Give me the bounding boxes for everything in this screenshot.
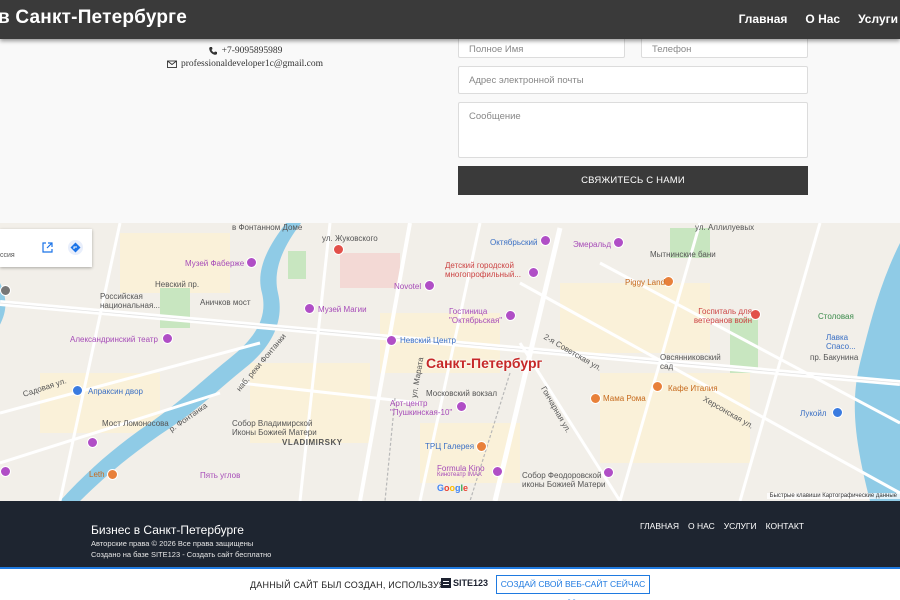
phone-icon <box>208 47 217 55</box>
map-label: Мытнинские бани <box>650 250 716 259</box>
map-label: Собор Феодоровской иконы Божией Матери <box>522 471 606 489</box>
theater-pin-icon[interactable] <box>540 235 551 246</box>
market-pin-icon[interactable] <box>72 385 83 396</box>
map-label: Музей Магии <box>318 305 367 314</box>
map-label: Детский городской многопрофильный... <box>445 261 521 279</box>
map-card-text: ссия <box>0 252 15 259</box>
map-label: Мама Рома <box>603 394 646 403</box>
footer-built-with[interactable]: Создано на базе SITE123 - Создать сайт б… <box>91 550 271 559</box>
map-label: Российская национальная... <box>100 292 160 310</box>
map-label: пр. Бакунина <box>810 353 859 362</box>
gas-station-pin-icon[interactable] <box>832 407 843 418</box>
map-label: Пять углов <box>200 471 241 480</box>
art-center-pin-icon[interactable] <box>456 401 467 412</box>
open-in-maps-icon[interactable] <box>42 242 53 253</box>
map-label: ТРЦ Галерея <box>425 442 475 451</box>
footer-nav-contact[interactable]: КОНТАКТ <box>766 521 804 531</box>
footer-nav: ГЛАВНАЯ О НАС УСЛУГИ КОНТАКТ <box>640 521 804 531</box>
place-pin-icon[interactable] <box>0 285 11 296</box>
contact-section: +7-9095895989 professionaldeveloper1c@gm… <box>0 35 900 223</box>
map-label: Овсянниковский сад <box>660 353 721 371</box>
map-label: Лукойл <box>800 409 827 418</box>
site123-logo-icon <box>441 578 451 588</box>
envelope-icon <box>167 60 177 68</box>
footer-nav-services[interactable]: УСЛУГИ <box>724 521 757 531</box>
map-label: Музей Фаберже <box>185 259 245 268</box>
map-label: Novotel <box>394 282 422 291</box>
map-label: Лавка Спасо... <box>826 333 856 351</box>
site123-logo[interactable]: SITE123 <box>441 578 488 588</box>
footer-copyright: Авторские права © 2026 Все права защищен… <box>91 539 254 548</box>
site-header: в Санкт-Петербурге Главная О Нас Услуги <box>0 0 900 39</box>
magic-museum-pin-icon[interactable] <box>304 303 315 314</box>
theater-pin-icon-2[interactable] <box>162 333 173 344</box>
map-city-label: Санкт-Петербург <box>426 355 543 371</box>
cinema-pin-icon[interactable] <box>492 466 503 477</box>
map-label: Мост Ломоносова <box>102 419 169 428</box>
contact-submit-button[interactable]: СВЯЖИТЕСЬ С НАМИ <box>458 166 808 195</box>
site123-logo-text: SITE123 <box>453 578 489 588</box>
hotel-pin-icon[interactable] <box>424 280 435 291</box>
map-label: Гостиница "Октябрьская" <box>449 307 503 325</box>
mama-roma-pin-icon[interactable] <box>590 393 601 404</box>
email-address[interactable]: professionaldeveloper1c@gmail.com <box>181 59 323 69</box>
bridge-pin-icon[interactable] <box>87 437 98 448</box>
map-label: Московский вокзал <box>426 389 498 398</box>
map-label: Эмеральд <box>573 240 612 249</box>
contact-info: +7-9095895989 professionaldeveloper1c@gm… <box>160 45 330 71</box>
site-footer: Бизнес в Санкт-Петербурге Авторские прав… <box>0 501 900 567</box>
site-title[interactable]: в Санкт-Петербурге <box>0 7 187 29</box>
map-label: Октябрьский <box>490 238 538 247</box>
google-logo: Google <box>437 483 469 493</box>
map-label: Piggy Land <box>625 278 666 287</box>
phone-row: +7-9095895989 <box>160 45 330 57</box>
map-label: Собор Владимирской Иконы Божией Матери <box>232 419 317 437</box>
map-label: Leth <box>89 470 105 479</box>
map-attribution[interactable]: Быстрые клавиши Картографические данные <box>766 493 900 499</box>
hospital-pin-icon[interactable] <box>333 244 344 255</box>
map-label: в Фонтанном Доме <box>232 223 303 232</box>
mall-pin-icon[interactable] <box>476 441 487 452</box>
map-label: ул. Аллилуевых <box>695 223 755 232</box>
nav-home[interactable]: Главная <box>739 12 788 26</box>
main-nav: Главная О Нас Услуги <box>739 12 900 26</box>
leth-pin-icon[interactable] <box>107 469 118 480</box>
footer-nav-about[interactable]: О НАС <box>688 521 715 531</box>
site123-banner: ДАННЫЙ САЙТ БЫЛ СОЗДАН, ИСПОЛЬЗУЯ SITE12… <box>0 567 900 600</box>
map-label: Кинотеатр IMAX <box>437 472 483 478</box>
map-label: Кафе Италия <box>668 384 718 393</box>
map-label: Арт-центр "Пушкинская-10" <box>390 399 453 417</box>
nav-services[interactable]: Услуги <box>858 12 898 26</box>
map-label: Апраксин двор <box>88 387 143 396</box>
directions-icon[interactable] <box>68 240 83 255</box>
map-label: Госпиталь для ветеранов войн <box>693 307 752 325</box>
place-pin-icon-2[interactable] <box>0 466 11 477</box>
phone-number[interactable]: +7-9095895989 <box>222 46 283 56</box>
museum-pin-icon[interactable] <box>246 257 257 268</box>
map-label: Александринский театр <box>70 335 158 344</box>
map[interactable]: ссия Санкт-Петербург в Фонтанном Доме ул… <box>0 223 900 501</box>
map-label: Столовая <box>818 312 854 321</box>
create-website-button[interactable]: СОЗДАЙ СВОЙ ВЕБ-САЙТ СЕЙЧАС >> <box>496 575 650 600</box>
footer-nav-home[interactable]: ГЛАВНАЯ <box>640 521 679 531</box>
footer-title: Бизнес в Санкт-Петербурге <box>91 523 244 537</box>
map-label: VLADIMIRSKY <box>282 438 343 447</box>
map-label: Невский Центр <box>400 336 456 345</box>
site123-banner-text: ДАННЫЙ САЙТ БЫЛ СОЗДАН, ИСПОЛЬЗУЯ <box>250 580 446 590</box>
map-label: Аничков мост <box>200 298 251 307</box>
message-textarea[interactable]: Сообщение <box>458 102 808 158</box>
map-label: ул. Жуковского <box>322 234 378 243</box>
shopping-pin-icon[interactable] <box>386 335 397 346</box>
nav-about[interactable]: О Нас <box>805 12 840 26</box>
email-row: professionaldeveloper1c@gmail.com <box>160 58 330 70</box>
map-place-card[interactable]: ссия <box>0 229 92 267</box>
club-pin-icon[interactable] <box>613 237 624 248</box>
map-label: Невский пр. <box>155 280 200 289</box>
cafe-pin-icon[interactable] <box>652 381 663 392</box>
email-input[interactable]: Адрес электронной почты <box>458 66 808 94</box>
